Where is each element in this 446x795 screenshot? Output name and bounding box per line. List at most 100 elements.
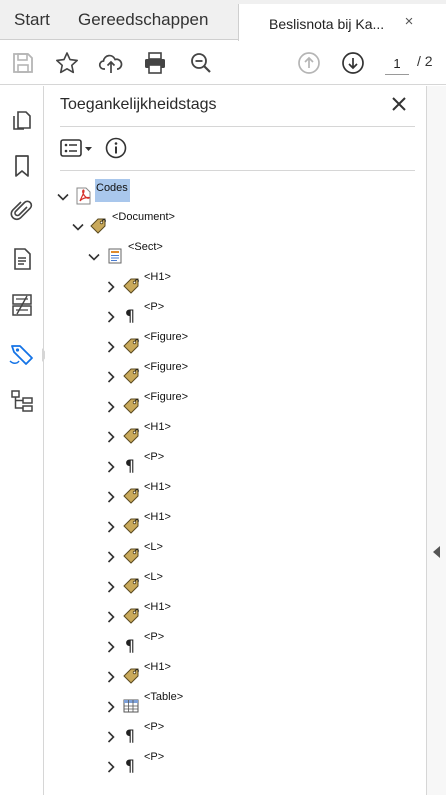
tag-icon	[122, 487, 140, 505]
options-menu-icon[interactable]	[60, 138, 96, 160]
chevron-right-icon[interactable]	[104, 340, 118, 354]
tree-node[interactable]: ¶ <P>	[104, 301, 304, 332]
page-number-input[interactable]	[385, 53, 409, 75]
expand-arrow-icon[interactable]	[433, 546, 440, 558]
tree-node[interactable]: <H1>	[104, 511, 304, 542]
compare-icon[interactable]	[9, 292, 35, 318]
tree-node[interactable]: <H1>	[104, 601, 304, 632]
chevron-right-icon[interactable]	[104, 550, 118, 564]
tree-label: <P>	[144, 751, 165, 763]
tree-node-document[interactable]: <Document>	[71, 211, 271, 242]
tree-label: <Figure>	[144, 361, 189, 373]
tag-icon	[122, 547, 140, 565]
tree-node[interactable]: <Figure>	[104, 361, 304, 392]
cloud-upload-icon[interactable]	[98, 50, 124, 76]
chevron-right-icon[interactable]	[104, 640, 118, 654]
chevron-right-icon[interactable]	[104, 400, 118, 414]
tree-node[interactable]: <H1>	[104, 481, 304, 512]
tree-label: <H1>	[144, 271, 171, 283]
zoom-out-icon[interactable]	[188, 50, 214, 76]
chevron-right-icon[interactable]	[104, 310, 118, 324]
left-rail	[0, 86, 48, 795]
document-icon[interactable]	[9, 246, 35, 272]
chevron-right-icon[interactable]	[104, 460, 118, 474]
chevron-right-icon[interactable]	[104, 430, 118, 444]
pdf-icon	[74, 187, 92, 205]
paragraph-icon: ¶	[124, 456, 136, 475]
tree-node[interactable]: <H1>	[104, 421, 304, 452]
tree-node[interactable]: <L>	[104, 571, 304, 602]
tree-node[interactable]: <Figure>	[104, 391, 304, 422]
tree-label: <P>	[144, 721, 165, 733]
tab-close-button[interactable]: ×	[401, 14, 417, 30]
tree-label: <L>	[144, 571, 163, 583]
paragraph-icon: ¶	[124, 306, 136, 325]
tag-icon	[89, 217, 107, 235]
page-up-icon[interactable]	[296, 50, 322, 76]
chevron-right-icon[interactable]	[104, 670, 118, 684]
pages-icon[interactable]	[9, 107, 35, 133]
tree-node-root[interactable]: Codes	[56, 179, 256, 212]
tag-icon	[122, 337, 140, 355]
tree-node-sect[interactable]: <Sect>	[87, 241, 287, 272]
save-icon[interactable]	[10, 50, 36, 76]
panel-title: Toegankelijkheidstags	[60, 96, 217, 113]
tree-label: <P>	[144, 631, 165, 643]
right-splitter[interactable]	[426, 86, 446, 795]
chevron-right-icon[interactable]	[104, 610, 118, 624]
tree-label: <H1>	[144, 481, 171, 493]
page-total: / 2	[417, 53, 433, 69]
panel-divider	[60, 126, 415, 127]
tree-label: <H1>	[144, 421, 171, 433]
tab-tools[interactable]: Gereedschappen	[78, 10, 208, 30]
tab-start[interactable]: Start	[14, 10, 50, 30]
tree-node[interactable]: <H1>	[104, 661, 304, 692]
tag-icon	[122, 577, 140, 595]
tree-node[interactable]: <Figure>	[104, 331, 304, 362]
chevron-down-icon[interactable]	[71, 220, 85, 234]
tree-node[interactable]: ¶ <P>	[104, 451, 304, 482]
tree-label: <Figure>	[144, 391, 189, 403]
star-icon[interactable]	[54, 50, 80, 76]
tag-icon	[122, 427, 140, 445]
tags-icon[interactable]	[9, 341, 35, 367]
tree-node[interactable]: ¶ <P>	[104, 721, 304, 752]
chevron-right-icon[interactable]	[104, 520, 118, 534]
print-icon[interactable]	[142, 50, 168, 76]
tab-bar: Start Gereedschappen Beslisnota bij Ka..…	[0, 0, 446, 41]
tab-document[interactable]: Beslisnota bij Ka... ×	[238, 4, 446, 41]
tab-document-label: Beslisnota bij Ka...	[269, 16, 385, 32]
chevron-right-icon[interactable]	[104, 370, 118, 384]
tree-label: <Table>	[144, 691, 184, 703]
chevron-down-icon[interactable]	[87, 250, 101, 264]
tree-node[interactable]: ¶ <P>	[104, 631, 304, 662]
chevron-right-icon[interactable]	[104, 490, 118, 504]
tree-label: <H1>	[144, 511, 171, 523]
chevron-down-icon[interactable]	[56, 190, 70, 204]
paragraph-icon: ¶	[124, 726, 136, 745]
tree-label: <P>	[144, 451, 165, 463]
tag-icon	[122, 277, 140, 295]
chevron-right-icon[interactable]	[104, 580, 118, 594]
tag-icon	[122, 397, 140, 415]
tree-node[interactable]: <L>	[104, 541, 304, 572]
tree-label: <Document>	[112, 211, 175, 223]
tree-node[interactable]: <Table>	[104, 691, 304, 722]
tag-icon	[122, 517, 140, 535]
chevron-right-icon[interactable]	[104, 280, 118, 294]
tree-node[interactable]: <H1>	[104, 271, 304, 302]
tree-node[interactable]: ¶ <P>	[104, 751, 304, 782]
bookmark-icon[interactable]	[9, 153, 35, 179]
tree-label: <L>	[144, 541, 163, 553]
chevron-right-icon[interactable]	[104, 700, 118, 714]
tree-label: <Figure>	[144, 331, 189, 343]
tree-label: Codes	[95, 179, 130, 202]
chevron-right-icon[interactable]	[104, 730, 118, 744]
content-tree-icon[interactable]	[9, 388, 35, 414]
attachment-icon[interactable]	[9, 198, 35, 224]
panel-close-icon[interactable]	[389, 94, 409, 114]
info-icon[interactable]	[105, 137, 127, 159]
page-down-icon[interactable]	[340, 50, 366, 76]
chevron-right-icon[interactable]	[104, 760, 118, 774]
tree-label: <H1>	[144, 661, 171, 673]
